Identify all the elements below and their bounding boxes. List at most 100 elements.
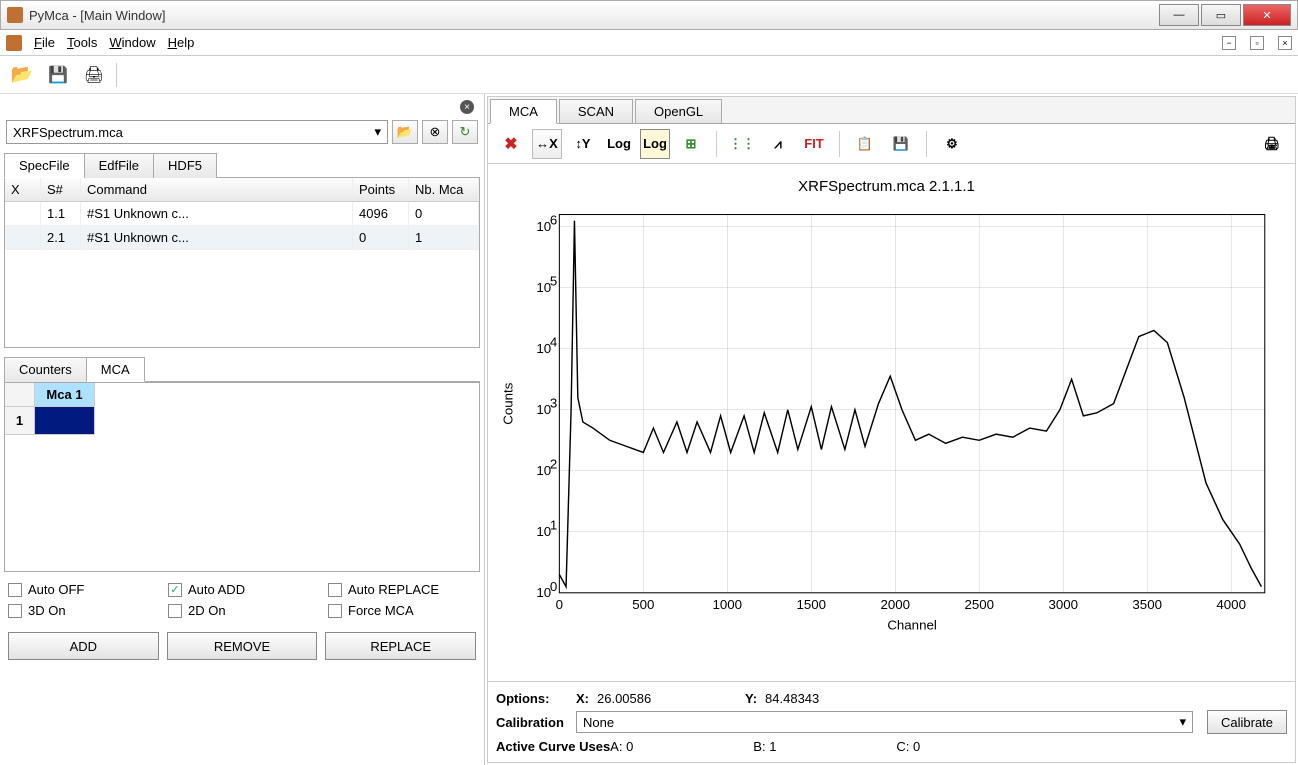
menu-window[interactable]: Window — [109, 35, 155, 50]
file-selector-combo[interactable]: XRFSpectrum.mca ▾ — [6, 120, 388, 144]
coef-b: B: 1 — [753, 739, 776, 754]
minimize-button[interactable]: — — [1159, 4, 1199, 26]
fit-icon: FIT — [804, 136, 824, 151]
svg-text:Channel: Channel — [887, 618, 937, 633]
svg-text:5: 5 — [550, 274, 557, 289]
remove-button[interactable]: REMOVE — [167, 632, 318, 660]
folder-open-icon: 📂 — [11, 64, 33, 85]
x-arrows-icon: ↔X — [536, 136, 558, 151]
tab-counters[interactable]: Counters — [4, 357, 87, 382]
open-file-button[interactable]: 📂 — [392, 120, 418, 144]
window-titlebar: PyMca - [Main Window] — ▭ ✕ — [0, 0, 1298, 30]
tab-edffile[interactable]: EdfFile — [84, 153, 154, 178]
svg-text:2: 2 — [550, 457, 557, 472]
panel-close-icon[interactable]: × — [460, 100, 474, 114]
grid-corner — [5, 383, 35, 407]
printer-icon: 🖨 — [84, 65, 104, 85]
spectrum-plot[interactable]: 0500100015002000250030003500400010010110… — [498, 199, 1275, 639]
replace-button[interactable]: REPLACE — [325, 632, 476, 660]
y-autoscale-button[interactable]: ↕Y — [568, 129, 598, 159]
x-red-icon: ✖ — [504, 134, 517, 154]
col-header-s[interactable]: S# — [41, 178, 81, 201]
svg-text:0: 0 — [556, 597, 563, 612]
save-plot-button[interactable]: 💾 — [886, 129, 916, 159]
print-plot-button[interactable]: 🖨 — [1257, 129, 1287, 159]
checkbox-3d-on[interactable] — [8, 604, 22, 618]
col-header-command[interactable]: Command — [81, 178, 353, 201]
calibrate-button[interactable]: Calibrate — [1207, 710, 1287, 734]
add-button[interactable]: ADD — [8, 632, 159, 660]
fit-button[interactable]: FIT — [799, 129, 829, 159]
grid-cell-selected[interactable] — [35, 407, 95, 435]
x-log-button[interactable]: Log — [604, 129, 634, 159]
save-icon: 💾 — [893, 136, 909, 152]
points-icon: ⋮⋮ — [729, 136, 755, 152]
copy-button[interactable]: 📋 — [850, 129, 880, 159]
label-auto-replace: Auto REPLACE — [348, 582, 439, 597]
grid-col-header[interactable]: Mca 1 — [35, 383, 95, 407]
mca-selection-grid: Mca 1 1 — [4, 382, 480, 572]
calibration-select[interactable]: None ▾ — [576, 711, 1193, 733]
source-tabs: SpecFile EdfFile HDF5 — [4, 152, 480, 178]
table-row[interactable]: 2.1 #S1 Unknown c... 0 1 — [5, 226, 479, 250]
log-x-icon: Log — [607, 136, 631, 151]
grid-row-header[interactable]: 1 — [5, 407, 35, 435]
svg-text:1000: 1000 — [713, 597, 743, 612]
table-row[interactable]: 1.1 #S1 Unknown c... 4096 0 — [5, 202, 479, 226]
tab-opengl[interactable]: OpenGL — [635, 99, 722, 124]
svg-text:4: 4 — [550, 335, 557, 350]
label-auto-off: Auto OFF — [28, 582, 84, 597]
options-group: Auto OFF ✓Auto ADD Auto REPLACE 3D On 2D… — [4, 572, 480, 628]
col-header-nbmca[interactable]: Nb. Mca — [409, 178, 479, 201]
col-header-x[interactable]: X — [5, 178, 41, 201]
tab-mca[interactable]: MCA — [86, 357, 145, 382]
tab-scan-plot[interactable]: SCAN — [559, 99, 633, 124]
print-button[interactable]: 🖨 — [80, 61, 108, 89]
close-file-button[interactable]: ⊗ — [422, 120, 448, 144]
app-icon — [7, 7, 23, 23]
save-button[interactable]: 💾 — [44, 61, 72, 89]
mdi-close-button[interactable]: × — [1278, 36, 1292, 50]
checkbox-auto-add[interactable]: ✓ — [168, 583, 182, 597]
svg-text:3000: 3000 — [1048, 597, 1078, 612]
save-icon: 💾 — [48, 65, 68, 85]
checkbox-2d-on[interactable] — [168, 604, 182, 618]
label-3d-on: 3D On — [28, 603, 66, 618]
label-auto-add: Auto ADD — [188, 582, 245, 597]
menu-tools[interactable]: Tools — [67, 35, 97, 50]
tab-mca-plot[interactable]: MCA — [490, 99, 557, 124]
tab-specfile[interactable]: SpecFile — [4, 153, 85, 178]
toggle-points-button[interactable]: ⋮⋮ — [727, 129, 757, 159]
open-button[interactable]: 📂 — [8, 61, 36, 89]
checkbox-force-mca[interactable] — [328, 604, 342, 618]
mdi-restore-button[interactable]: ▫ — [1250, 36, 1264, 50]
reset-zoom-button[interactable]: ✖ — [496, 129, 526, 159]
mdi-minimize-button[interactable]: − — [1222, 36, 1236, 50]
plot-toolbar: ✖ ↔X ↕Y Log Log ⊞ ⋮⋮ ⩘ FIT 📋 💾 ⚙ 🖨 — [488, 124, 1295, 164]
checkbox-auto-replace[interactable] — [328, 583, 342, 597]
svg-text:500: 500 — [632, 597, 654, 612]
options-label: Options: — [496, 691, 568, 706]
x-autoscale-button[interactable]: ↔X — [532, 129, 562, 159]
menu-file[interactable]: File — [34, 35, 55, 50]
menu-help[interactable]: Help — [168, 35, 195, 50]
settings-button[interactable]: ⚙ — [937, 129, 967, 159]
clipboard-icon: 📋 — [857, 136, 873, 152]
maximize-button[interactable]: ▭ — [1201, 4, 1241, 26]
grid-button[interactable]: ⊞ — [676, 129, 706, 159]
plot-title: XRFSpectrum.mca 2.1.1.1 — [498, 174, 1275, 199]
peak-search-button[interactable]: ⩘ — [763, 129, 793, 159]
active-curve-label: Active Curve Uses — [496, 739, 610, 754]
y-log-button[interactable]: Log — [640, 129, 670, 159]
tab-hdf5[interactable]: HDF5 — [153, 153, 217, 178]
checkbox-auto-off[interactable] — [8, 583, 22, 597]
scan-table: X S# Command Points Nb. Mca 1.1 #S1 Unkn… — [4, 178, 480, 348]
refresh-button[interactable]: ↻ — [452, 120, 478, 144]
chevron-down-icon: ▾ — [1179, 714, 1186, 730]
cursor-y-label: Y: — [745, 691, 757, 706]
close-button[interactable]: ✕ — [1243, 4, 1291, 26]
svg-text:4000: 4000 — [1216, 597, 1246, 612]
plot-area[interactable]: XRFSpectrum.mca 2.1.1.1 0500100015002000… — [488, 164, 1295, 681]
printer-icon: 🖨 — [1264, 136, 1281, 152]
col-header-points[interactable]: Points — [353, 178, 409, 201]
